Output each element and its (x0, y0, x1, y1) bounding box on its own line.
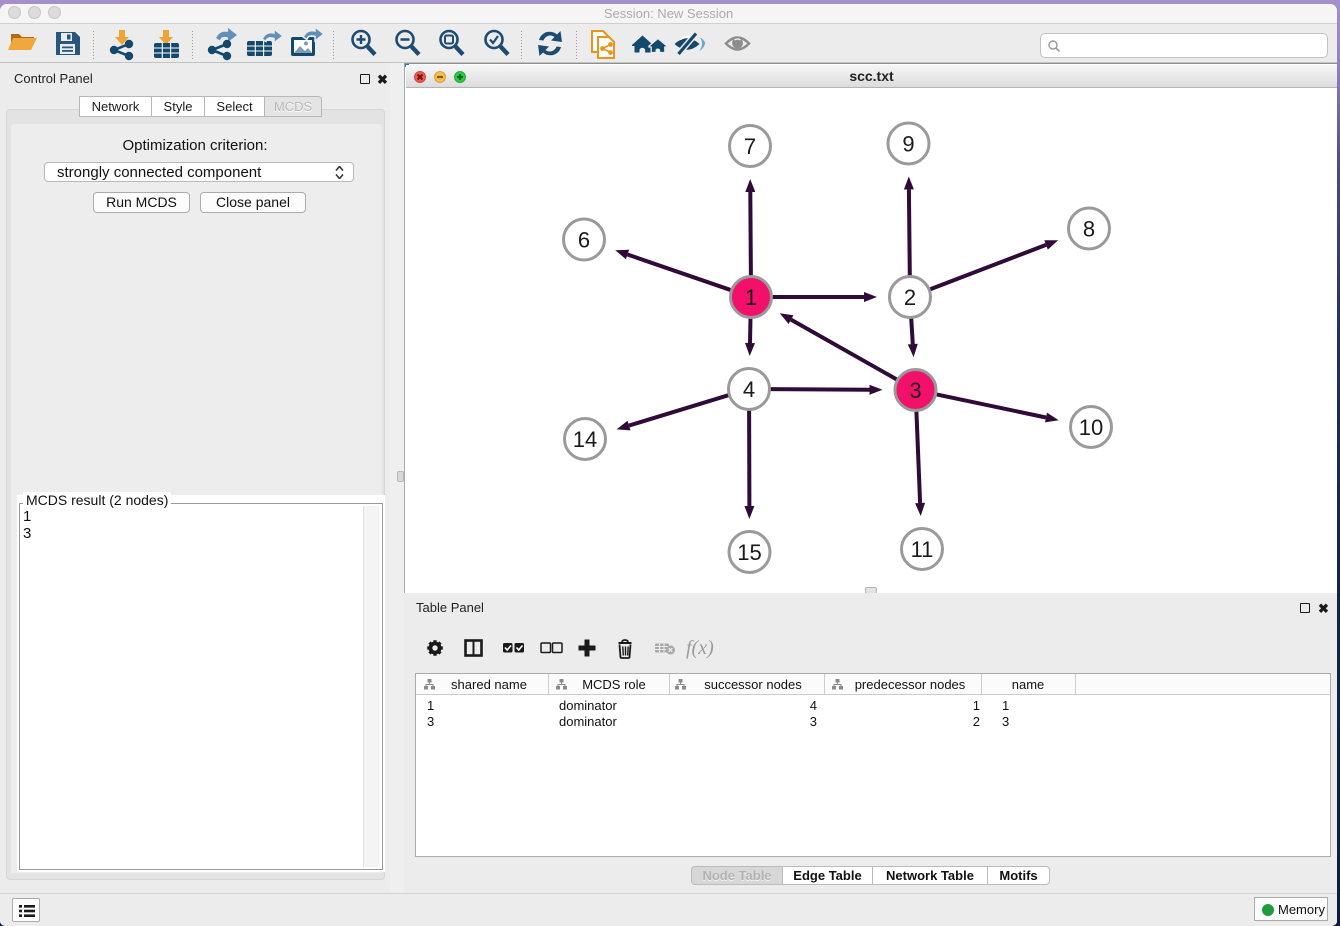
svg-text:MCDS role: MCDS role (582, 677, 646, 692)
svg-text:10: 10 (1079, 415, 1103, 440)
svg-text:14: 14 (573, 427, 597, 452)
svg-text:2: 2 (904, 285, 916, 310)
svg-text:9: 9 (902, 132, 914, 157)
svg-text:1: 1 (973, 698, 980, 713)
svg-text:15: 15 (737, 540, 761, 565)
svg-text:8: 8 (1083, 217, 1095, 242)
svg-text:3: 3 (427, 714, 434, 729)
svg-text:3: 3 (810, 714, 817, 729)
svg-text:name: name (1012, 677, 1045, 692)
svg-text:1: 1 (1002, 698, 1009, 713)
svg-text:dominator: dominator (559, 698, 617, 713)
svg-text:successor nodes: successor nodes (704, 677, 802, 692)
svg-text:shared name: shared name (451, 677, 527, 692)
svg-text:3: 3 (909, 378, 921, 403)
svg-text:2: 2 (973, 714, 980, 729)
svg-text:6: 6 (578, 228, 590, 253)
svg-text:f(x): f(x) (686, 637, 714, 659)
svg-text:11: 11 (911, 537, 934, 562)
svg-text:7: 7 (744, 134, 756, 159)
svg-text:1: 1 (427, 698, 434, 713)
svg-text:predecessor nodes: predecessor nodes (855, 677, 966, 692)
svg-text:1: 1 (745, 285, 757, 310)
svg-text:dominator: dominator (559, 714, 617, 729)
svg-text:4: 4 (810, 698, 817, 713)
svg-text:3: 3 (1002, 714, 1009, 729)
svg-text:4: 4 (743, 377, 755, 402)
